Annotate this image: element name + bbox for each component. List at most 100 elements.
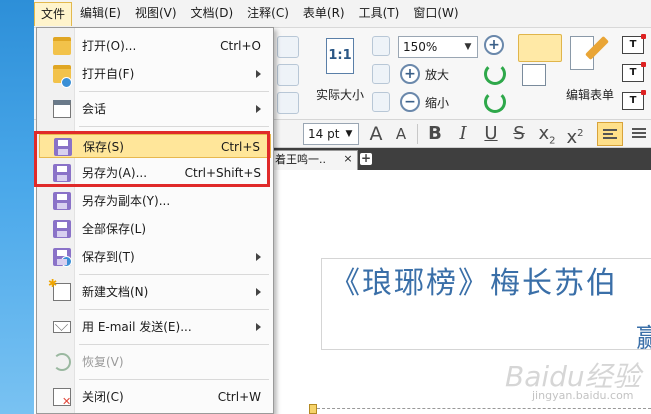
new-tab-icon[interactable]: + xyxy=(360,152,372,165)
globe-icon xyxy=(61,256,72,267)
file-menu-dropdown: 打开(O)... Ctrl+O 打开自(F) 会话 保存(S) Ctrl+S 另… xyxy=(36,27,274,414)
zoom-out-label[interactable]: 缩小 xyxy=(425,94,449,111)
font-size-select[interactable]: 14 pt ▼ xyxy=(303,123,359,145)
align-left-button[interactable] xyxy=(597,122,623,146)
menu-separator xyxy=(79,309,269,310)
menu-document[interactable]: 文档(D) xyxy=(185,2,240,26)
menu-save-copy-label: 另存为副本(Y)... xyxy=(82,194,171,208)
menu-session[interactable]: 会话 xyxy=(39,97,271,121)
align-line xyxy=(603,129,617,131)
menu-new-document[interactable]: 新建文档(N) xyxy=(39,277,271,304)
zoom-value: 150% xyxy=(403,40,438,54)
menu-close-shortcut: Ctrl+W xyxy=(217,390,261,404)
form-add-field-icon[interactable] xyxy=(522,64,546,86)
submenu-arrow-icon xyxy=(256,105,261,113)
menu-save-copy[interactable]: 另存为副本(Y)... xyxy=(39,189,271,213)
menu-close[interactable]: 关闭(C) Ctrl+W xyxy=(39,385,271,409)
menu-view[interactable]: 视图(V) xyxy=(129,2,183,26)
watermark-url: jingyan.baidu.com xyxy=(532,389,634,402)
menu-separator xyxy=(79,379,269,380)
close-document-icon xyxy=(53,388,71,408)
rotate-right-icon[interactable] xyxy=(484,91,506,113)
menu-open-label: 打开(O)... xyxy=(82,39,137,53)
fit-page-icon[interactable] xyxy=(372,36,390,56)
clipboard-icon[interactable] xyxy=(277,92,299,114)
rotate-left-icon[interactable] xyxy=(484,63,506,85)
align-line xyxy=(632,128,646,130)
fit-width-icon[interactable] xyxy=(372,64,390,84)
folder-globe-icon xyxy=(53,65,72,88)
menu-form[interactable]: 表单(R) xyxy=(297,2,351,26)
superscript-main: x xyxy=(566,127,578,148)
zoom-in-icon[interactable]: + xyxy=(400,64,420,84)
align-line xyxy=(632,132,646,134)
menu-file[interactable]: 文件 xyxy=(34,1,73,26)
chevron-down-icon: ▼ xyxy=(464,42,472,52)
new-document-icon xyxy=(48,277,71,301)
paste-icon[interactable] xyxy=(277,64,299,86)
zoom-out-icon[interactable]: − xyxy=(400,92,420,112)
menu-comment[interactable]: 注释(C) xyxy=(241,2,295,26)
menu-restore: 恢复(V) xyxy=(39,350,271,374)
menu-separator xyxy=(79,126,269,127)
strikethrough-button[interactable]: S xyxy=(508,122,530,146)
menu-open-from[interactable]: 打开自(F) xyxy=(39,62,271,88)
calendar-icon xyxy=(53,100,71,118)
edit-form-label[interactable]: 编辑表单 xyxy=(566,86,614,103)
document-title: 《琅琊榜》梅长苏伯 xyxy=(330,266,618,301)
submenu-arrow-icon xyxy=(256,323,261,331)
menu-send-email[interactable]: 用 E-mail 发送(E)... xyxy=(39,315,271,339)
shrink-font-button[interactable]: A xyxy=(391,122,411,146)
menu-save-to[interactable]: 保存到(T) xyxy=(39,245,271,269)
submenu-arrow-icon xyxy=(256,70,261,78)
subscript-button[interactable]: x2 xyxy=(536,122,558,147)
document-subtitle: 赢 xyxy=(636,324,651,354)
form-select-tool-icon[interactable] xyxy=(518,34,562,62)
selection-handle[interactable] xyxy=(309,404,317,414)
camera-icon[interactable] xyxy=(277,36,299,58)
grow-font-button[interactable]: A xyxy=(364,122,388,146)
chevron-down-icon: ▼ xyxy=(345,129,353,139)
text-field-alt-icon[interactable]: T xyxy=(622,62,646,82)
desktop-background xyxy=(0,0,34,414)
subscript-mark: 2 xyxy=(549,135,556,147)
bold-button[interactable]: B xyxy=(424,122,446,146)
underline-button[interactable]: U xyxy=(480,122,502,146)
menu-open[interactable]: 打开(O)... Ctrl+O xyxy=(39,34,271,58)
zoom-in-label[interactable]: 放大 xyxy=(425,66,449,83)
restore-icon xyxy=(53,353,71,371)
menu-window[interactable]: 窗口(W) xyxy=(407,2,464,26)
fit-visible-icon[interactable] xyxy=(372,92,390,112)
edit-form-icon[interactable] xyxy=(570,34,610,78)
save-annotation-box xyxy=(34,131,270,187)
superscript-button[interactable]: x2 xyxy=(564,122,586,148)
menu-save-to-label: 保存到(T) xyxy=(82,250,135,264)
menu-save-all[interactable]: 全部保存(L) xyxy=(39,217,271,241)
menu-separator xyxy=(79,274,269,275)
align-center-button[interactable] xyxy=(627,122,651,146)
menu-separator xyxy=(79,91,269,92)
menu-tools[interactable]: 工具(T) xyxy=(353,2,406,26)
text-field-small-icon[interactable]: T xyxy=(622,90,646,110)
menu-edit[interactable]: 编辑(E) xyxy=(74,2,127,26)
menu-separator xyxy=(79,344,269,345)
menu-close-label: 关闭(C) xyxy=(82,390,124,404)
menu-open-from-label: 打开自(F) xyxy=(82,67,135,81)
close-tab-icon[interactable]: × xyxy=(342,152,354,166)
mail-icon xyxy=(53,321,71,333)
zoom-tool-icon[interactable]: + xyxy=(484,35,504,55)
floppy-stack-icon xyxy=(53,220,71,238)
menu-open-shortcut: Ctrl+O xyxy=(220,39,261,53)
floppy-copy-icon xyxy=(53,192,71,210)
zoom-select[interactable]: 150% ▼ xyxy=(398,36,478,58)
folder-icon xyxy=(53,37,71,55)
floppy-globe-icon xyxy=(53,248,72,267)
italic-button[interactable]: I xyxy=(452,122,474,146)
align-line xyxy=(603,133,613,135)
text-field-icon[interactable]: T xyxy=(622,34,646,54)
subscript-main: x xyxy=(538,123,550,144)
menu-new-document-label: 新建文档(N) xyxy=(82,285,149,299)
menu-send-email-label: 用 E-mail 发送(E)... xyxy=(82,320,192,334)
actual-size-icon[interactable]: 1:1 xyxy=(326,38,354,74)
globe-icon xyxy=(61,77,72,88)
